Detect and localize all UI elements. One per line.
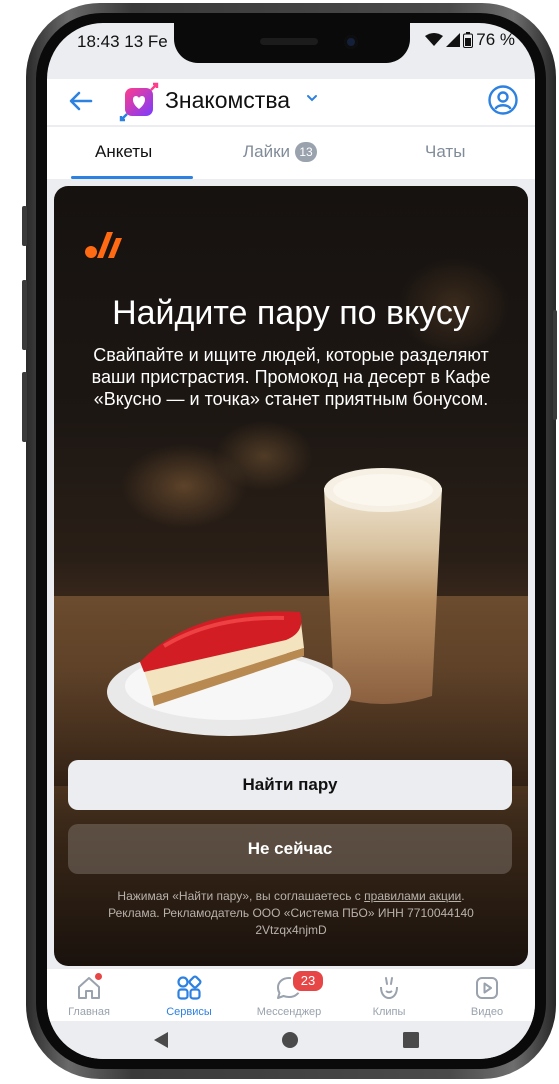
messenger-unread-badge: 23 <box>291 969 325 993</box>
wifi-icon <box>425 33 444 46</box>
status-time: 18:43 13 Fe <box>77 32 168 52</box>
tab-profiles[interactable]: Анкеты <box>95 142 152 162</box>
dessert-coffee-image <box>54 468 528 786</box>
dating-app-icon <box>119 82 159 122</box>
active-tab-indicator <box>71 176 193 179</box>
disclaimer-end: . <box>461 889 465 903</box>
nav-services-label: Сервисы <box>166 1006 212 1018</box>
promo-rules-link[interactable]: правилами акции <box>364 889 461 903</box>
tab-likes[interactable]: Лайки 13 <box>243 142 318 162</box>
system-recents-icon[interactable] <box>403 1032 419 1048</box>
system-home-icon[interactable] <box>281 1031 299 1049</box>
ad-disclosure: Реклама. Рекламодатель ООО «Система ПБО»… <box>108 906 474 920</box>
speaker-grille <box>260 38 318 45</box>
likes-count-badge: 13 <box>295 142 318 162</box>
power-button <box>553 310 557 420</box>
nav-services[interactable]: Сервисы <box>149 973 229 1018</box>
notification-dot <box>95 973 102 980</box>
disclaimer: Нажимая «Найти пару», вы соглашаетесь с … <box>78 888 504 939</box>
app-header: Знакомства <box>47 79 535 125</box>
disclaimer-text: Нажимая «Найти пару», вы соглашаетесь с <box>117 889 365 903</box>
brand-logo <box>85 232 122 258</box>
volume-down-button <box>22 372 27 442</box>
page-title[interactable]: Знакомства <box>165 87 290 114</box>
chevron-down-icon[interactable] <box>305 91 319 105</box>
tab-bar: Анкеты Лайки 13 Чаты <box>47 127 535 179</box>
profile-icon[interactable] <box>487 84 519 116</box>
nav-clips-label: Клипы <box>372 1006 406 1018</box>
battery-icon <box>463 32 474 48</box>
system-navigation-bar <box>47 1021 535 1059</box>
back-arrow-icon[interactable] <box>67 87 95 115</box>
battery-level: 76 % <box>476 30 515 49</box>
tab-likes-label: Лайки <box>243 142 291 161</box>
find-match-button[interactable]: Найти пару <box>68 760 512 810</box>
promo-title: Найдите пару по вкусу <box>112 294 470 332</box>
promo-description: Свайпайте и ищите людей, которые разделя… <box>91 345 491 409</box>
services-icon <box>177 975 202 1000</box>
not-now-button[interactable]: Не сейчас <box>68 824 512 874</box>
nav-clips[interactable]: Клипы <box>349 973 429 1018</box>
nav-messenger-label: Мессенджер <box>256 1006 322 1018</box>
promo-card: Найдите пару по вкусу Свайпайте и ищите … <box>54 186 528 966</box>
nav-video-label: Видео <box>470 1006 504 1018</box>
video-icon <box>476 977 498 999</box>
ad-code: 2Vtzqx4njmD <box>255 923 327 937</box>
volume-up-button <box>22 280 27 350</box>
system-back-icon[interactable] <box>153 1031 169 1049</box>
nav-video[interactable]: Видео <box>447 973 527 1018</box>
bottom-navigation: Главная Сервисы 23 Мессенджер Клипы Виде… <box>47 969 535 1021</box>
clock: 18:43 <box>77 32 120 51</box>
status-icons: 76 % <box>425 30 515 50</box>
phone-screen: 18:43 13 Fe 76 % Знакомства Анкеты Лайки… <box>47 23 535 1059</box>
silent-switch <box>22 206 27 246</box>
clips-icon <box>380 977 398 1000</box>
signal-icon <box>446 33 461 47</box>
nav-messenger[interactable]: 23 Мессенджер <box>249 969 329 1018</box>
notch <box>174 23 410 63</box>
nav-home[interactable]: Главная <box>49 973 129 1018</box>
front-camera <box>344 35 358 49</box>
date: 13 Fe <box>124 32 168 51</box>
tab-chats[interactable]: Чаты <box>425 142 465 162</box>
nav-home-label: Главная <box>68 1006 110 1018</box>
